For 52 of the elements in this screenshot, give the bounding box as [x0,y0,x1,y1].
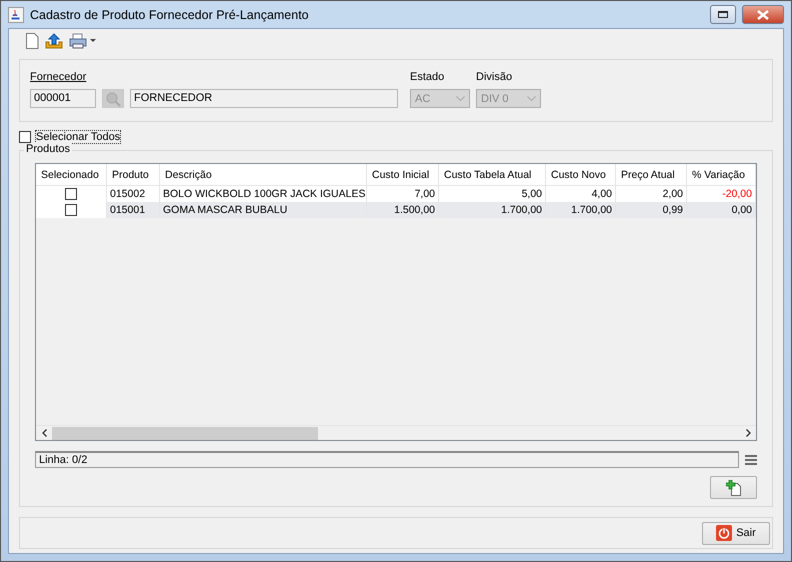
table-cell: 015001 [107,202,160,218]
restore-icon [718,11,728,18]
group-title: Produtos [24,143,72,155]
table-cell: 7,00 [367,186,439,202]
column-header[interactable]: Custo Novo [546,164,616,186]
printer-icon[interactable] [69,33,87,49]
column-header[interactable]: % Variação [687,164,756,186]
table-cell: 4,00 [546,186,616,202]
scroll-left-icon[interactable] [42,429,46,437]
chevron-down-icon [456,96,465,101]
field-label: Divisão [476,70,514,85]
column-header[interactable]: Selecionado [36,164,107,186]
name-field[interactable]: FORNECEDOR [130,89,398,108]
row-checkbox[interactable] [65,204,77,216]
power-icon [716,525,732,541]
close-icon [757,10,769,20]
table-cell: -20,00 [687,186,756,202]
exit-button[interactable]: Sair [702,522,770,544]
column-header[interactable]: Custo Inicial [367,164,439,186]
menu-icon[interactable] [745,454,757,464]
checkbox[interactable] [19,131,31,143]
window-title: Cadastro de Produto Fornecedor Pré-Lançamento [30,8,310,22]
restore-button[interactable] [710,5,736,24]
caret-icon[interactable] [90,39,96,43]
table-cell: GOMA MASCAR BUBALU [160,202,367,218]
close-button[interactable] [742,5,784,24]
field-label: Estado [410,70,446,85]
table-cell: 1.700,00 [439,202,546,218]
table-cell: 0,99 [616,202,687,218]
status-field: Linha: 0/2 [35,451,739,468]
code-field[interactable]: 000001 [30,89,96,108]
column-header[interactable]: Custo Tabela Atual [439,164,546,186]
add-button[interactable] [710,476,757,499]
column-header[interactable]: Produto [107,164,160,186]
table-cell: 1.700,00 [546,202,616,218]
add-document-icon [726,480,742,496]
column-header[interactable]: Preço Atual [616,164,687,186]
column-header[interactable]: Descrição [160,164,367,186]
table-cell: 015002 [107,186,160,202]
new-document-icon[interactable] [25,33,39,49]
field-label: Fornecedor [30,70,88,85]
row-checkbox[interactable] [65,188,77,200]
table-cell: 0,00 [687,202,756,218]
scroll-right-icon[interactable] [746,429,750,437]
upload-icon[interactable] [45,33,63,49]
table-cell: 2,00 [616,186,687,202]
table-cell: 1.500,00 [367,202,439,218]
table-cell: 5,00 [439,186,546,202]
app-icon [8,6,24,22]
chevron-down-icon [527,96,536,101]
horizontal-scrollbar[interactable] [36,425,756,440]
table-cell: BOLO WICKBOLD 100GR JACK IGUALES [160,186,367,202]
